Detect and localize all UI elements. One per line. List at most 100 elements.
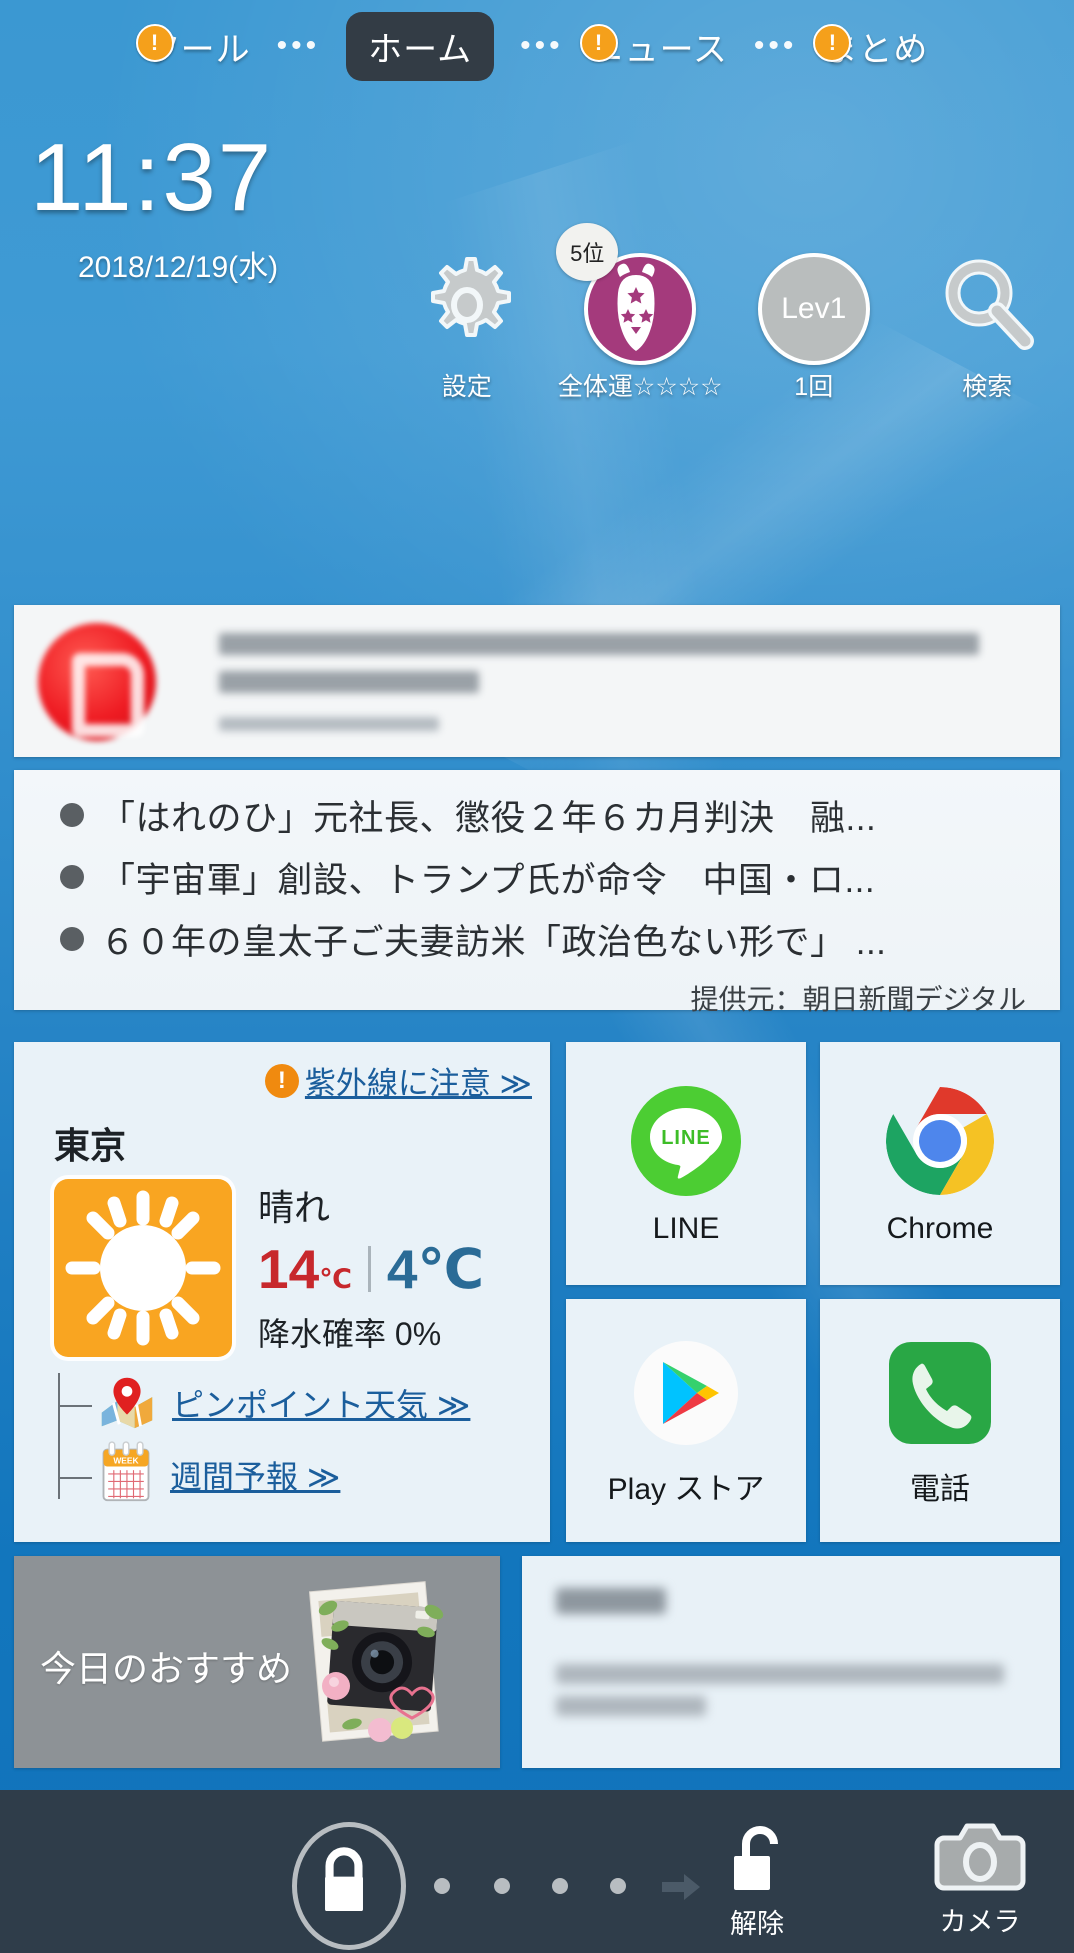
- app-shortcut-phone[interactable]: 電話: [820, 1299, 1060, 1542]
- app-label-phone: 電話: [910, 1472, 970, 1506]
- camera-icon: [934, 1823, 1026, 1891]
- news-headline-row[interactable]: 「宇宙軍」創設、トランプ氏が命令 中国・ロ...: [14, 846, 1060, 908]
- uv-alert-link: 紫外線に注意 ≫: [304, 1066, 532, 1101]
- app-shortcut-chrome[interactable]: Chrome: [820, 1042, 1060, 1285]
- weather-high: 14: [258, 1238, 320, 1300]
- weather-link-weekly-label: 週間予報 ≫: [170, 1459, 341, 1495]
- camera-label: カメラ: [939, 1907, 1021, 1937]
- news-headline-text: 「宇宙軍」創設、トランプ氏が命令 中国・ロ...: [100, 860, 876, 900]
- app-label-line: LINE: [652, 1211, 720, 1245]
- weather-widget[interactable]: ! 紫外線に注意 ≫ 東京 晴れ 14 ℃ 4 ℃ 降水確率 0% ピンポイント…: [14, 1042, 550, 1542]
- app-label-playstore: Play ストア: [607, 1472, 765, 1506]
- weather-body: 晴れ 14 ℃ 4 ℃ 降水確率 0%: [32, 1179, 532, 1357]
- news-headline-text: 「はれのひ」元社長、懲役２年６カ月判決 融...: [100, 798, 877, 838]
- nav-item-home[interactable]: ホーム: [342, 11, 498, 81]
- nav-item-news[interactable]: ! ニュース: [579, 22, 732, 71]
- rank-badge: 5位: [556, 223, 619, 281]
- app-label-chrome: Chrome: [886, 1211, 994, 1245]
- widget-horoscope-label: 全体運☆☆☆☆: [557, 373, 723, 401]
- nav-item-tool[interactable]: ! ツール: [135, 22, 255, 71]
- weather-low-unit: ℃: [417, 1238, 485, 1300]
- weather-precipitation: 降水確率 0%: [258, 1316, 442, 1352]
- ad-text-line: [219, 671, 479, 693]
- bullet-icon: [60, 803, 84, 827]
- quick-widget-icons: 設定 5位 全体運☆☆☆☆ Lev1 1回 検索: [380, 223, 1074, 430]
- widget-horoscope[interactable]: 5位 全体運☆☆☆☆: [554, 223, 728, 430]
- slider-dot: [434, 1878, 450, 1894]
- widget-level[interactable]: Lev1 1回: [727, 245, 901, 430]
- widget-search[interactable]: 検索: [901, 245, 1074, 430]
- lock-handle[interactable]: [292, 1822, 406, 1950]
- clock-widget-row: 11:37 2018/12/19(水) 設定 5位 全体運☆☆☆☆ Lev1 1…: [0, 120, 1074, 401]
- nav-label-home: ホーム: [346, 11, 495, 81]
- weather-condition: 晴れ: [258, 1187, 331, 1228]
- news-headline-row[interactable]: ６０年の皇太子ご夫妻訪米「政治色ない形で」 ...: [14, 908, 1060, 970]
- news-headline-text: ６０年の皇太子ご夫妻訪米「政治色ない形で」 ...: [100, 922, 887, 962]
- weather-link-pinpoint-label: ピンポイント天気 ≫: [172, 1387, 471, 1423]
- news-headline-row[interactable]: 「はれのひ」元社長、懲役２年６カ月判決 融...: [14, 784, 1060, 846]
- ad-text-line: [219, 633, 979, 655]
- search-icon: [935, 253, 1039, 357]
- app-shortcut-playstore[interactable]: Play ストア: [566, 1299, 806, 1542]
- nav-separator-2: •••: [520, 29, 564, 62]
- gear-icon: [417, 253, 517, 353]
- weather-temps: 14 ℃ 4 ℃: [258, 1237, 484, 1301]
- bullet-icon: [60, 865, 84, 889]
- lock-open-icon: [734, 1826, 778, 1890]
- widget-search-label: 検索: [962, 373, 1013, 401]
- news-source-label: 提供元：朝日新聞デジタル: [690, 984, 1026, 1015]
- phone-icon: [881, 1334, 999, 1452]
- calendar-week-icon: WEEK: [96, 1440, 156, 1511]
- ad-logo-icon: [38, 623, 156, 741]
- svg-text:WEEK: WEEK: [113, 1455, 138, 1465]
- card-text-line: [556, 1664, 1004, 1684]
- weather-text-block: 晴れ 14 ℃ 4 ℃ 降水確率 0%: [258, 1179, 484, 1357]
- unlock-label: 解除: [730, 1909, 784, 1939]
- recommend-card[interactable]: 今日のおすすめ: [14, 1556, 500, 1768]
- tree-line: [58, 1373, 60, 1499]
- app-shortcut-grid: LINE LINE Chrome Play ストア 電話: [566, 1042, 1060, 1542]
- clock-date: 2018/12/19(水): [78, 251, 279, 284]
- weather-link-pinpoint[interactable]: ピンポイント天気 ≫: [66, 1367, 532, 1439]
- clock-time: 11:37: [30, 124, 274, 231]
- camera-button[interactable]: カメラ: [932, 1816, 1028, 1939]
- uv-alert-row[interactable]: ! 紫外線に注意 ≫: [32, 1058, 532, 1103]
- alert-icon: !: [135, 23, 174, 62]
- news-widget[interactable]: 「はれのひ」元社長、懲役２年６カ月判決 融... 「宇宙軍」創設、トランプ氏が命…: [14, 770, 1060, 1015]
- nav-separator-3: •••: [753, 29, 798, 62]
- bottom-card-row: 今日のおすすめ: [14, 1556, 1060, 1768]
- recommend-title: 今日のおすすめ: [40, 1648, 293, 1689]
- secondary-card[interactable]: [522, 1556, 1060, 1768]
- level-value: Lev1: [781, 292, 847, 325]
- weather-low: 4: [386, 1238, 418, 1300]
- widget-settings-label: 設定: [441, 373, 492, 401]
- svg-text:LINE: LINE: [661, 1127, 711, 1149]
- line-icon: LINE: [627, 1082, 745, 1200]
- card-title-line: [556, 1588, 666, 1614]
- top-navigation: ! ツール ••• ホーム ••• ! ニュース ••• ! まとめ: [0, 0, 1074, 92]
- card-text-line: [556, 1696, 706, 1716]
- lockscreen-wallpaper: ! ツール ••• ホーム ••• ! ニュース ••• ! まとめ 11:37…: [0, 0, 1074, 1953]
- nav-item-matome[interactable]: ! まとめ: [813, 22, 932, 71]
- slider-dot: [610, 1878, 626, 1894]
- alert-icon: !: [813, 23, 852, 62]
- weather-link-weekly[interactable]: WEEK 週間予報 ≫: [66, 1439, 532, 1511]
- map-pin-icon: [96, 1370, 158, 1437]
- advertisement-banner[interactable]: [14, 605, 1060, 757]
- lock-slider-bar: 解除 カメラ: [0, 1790, 1074, 1953]
- weather-high-unit: ℃: [319, 1264, 352, 1294]
- app-shortcut-line[interactable]: LINE LINE: [566, 1042, 806, 1285]
- alert-icon: !: [579, 23, 618, 62]
- level-badge-icon: Lev1: [757, 253, 870, 365]
- ad-subtext-line: [219, 717, 439, 731]
- middle-row: ! 紫外線に注意 ≫ 東京 晴れ 14 ℃ 4 ℃ 降水確率 0% ピンポイント…: [14, 1042, 1060, 1542]
- play-store-icon: [627, 1334, 745, 1452]
- weather-sunny-icon: [54, 1179, 232, 1357]
- slider-dot: [552, 1878, 568, 1894]
- unlock-button[interactable]: 解除: [722, 1820, 792, 1941]
- camera-photo-collage-icon: [294, 1578, 464, 1748]
- widget-settings[interactable]: 設定: [380, 245, 554, 430]
- slider-dot: [494, 1878, 510, 1894]
- widget-level-label: 1回: [794, 373, 834, 401]
- chrome-icon: [881, 1082, 999, 1200]
